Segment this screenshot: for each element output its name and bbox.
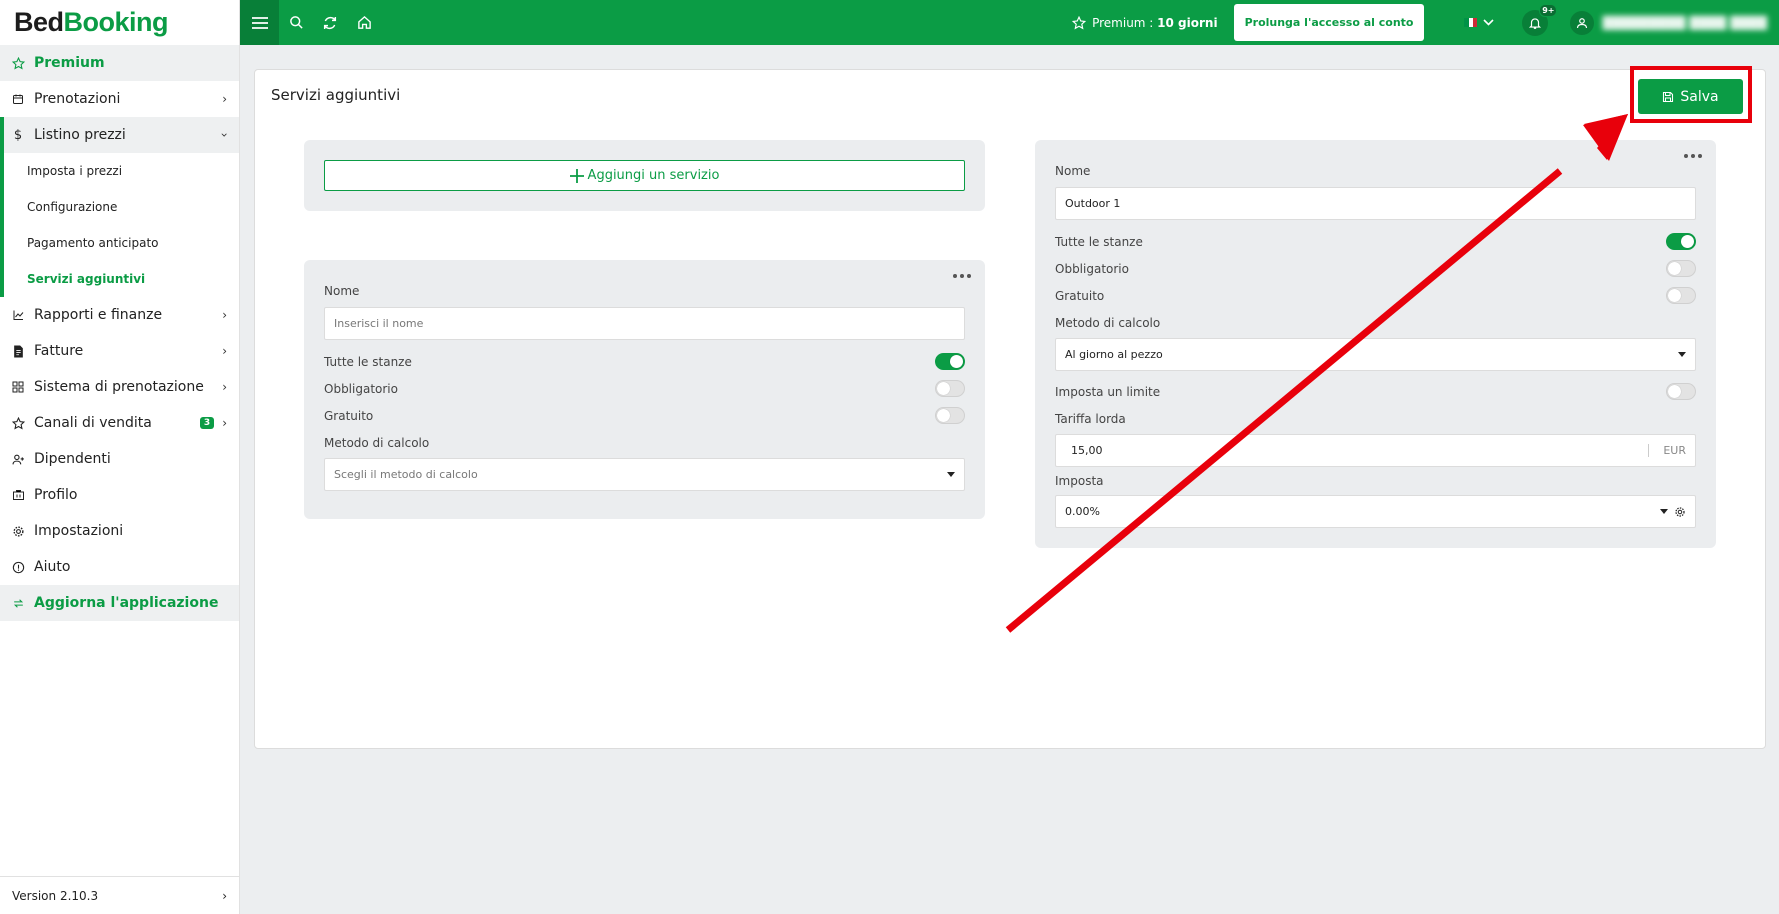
annotation-arrow xyxy=(1005,114,1628,633)
